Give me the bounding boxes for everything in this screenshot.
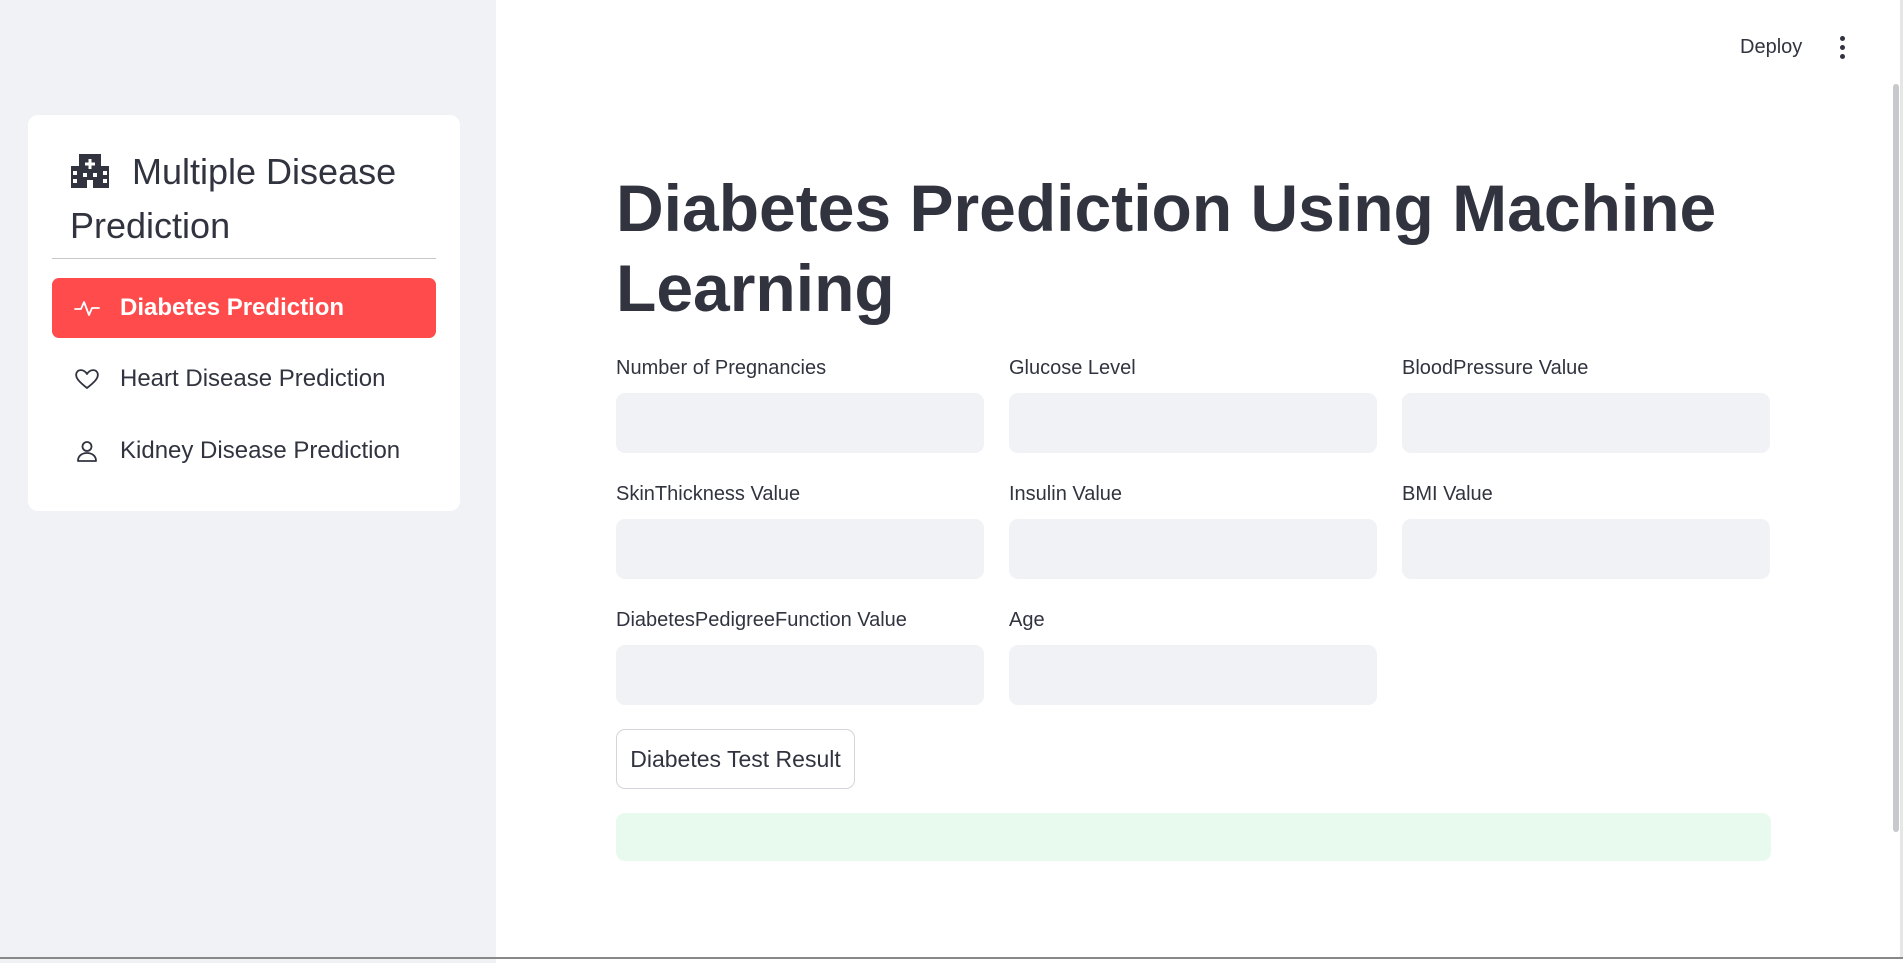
bmi-label: BMI Value xyxy=(1402,483,1493,505)
scrollbar[interactable] xyxy=(1893,84,1899,832)
menu-item-diabetes-prediction[interactable]: Diabetes Prediction xyxy=(52,278,436,338)
pedigree-function-label: DiabetesPedigreeFunction Value xyxy=(616,609,907,631)
pregnancies-input[interactable] xyxy=(616,393,984,453)
page-title: Diabetes Prediction Using Machine Learni… xyxy=(616,171,1717,325)
option-menu: Multiple Disease Prediction Diabetes Pre… xyxy=(28,115,460,511)
menu-item-label: Heart Disease Prediction xyxy=(120,365,386,392)
menu-title-text: Multiple Disease Prediction xyxy=(70,151,397,246)
menu-title: Multiple Disease Prediction xyxy=(70,145,430,253)
skin-thickness-input[interactable] xyxy=(616,519,984,579)
menu-divider xyxy=(52,258,436,259)
menu-item-label: Diabetes Prediction xyxy=(120,294,345,321)
sidebar: Multiple Disease Prediction Diabetes Pre… xyxy=(0,0,496,963)
age-label: Age xyxy=(1009,609,1045,631)
menu-item-heart-disease-prediction[interactable]: Heart Disease Prediction xyxy=(52,349,436,409)
glucose-label: Glucose Level xyxy=(1009,357,1136,379)
window-bottom-border xyxy=(0,957,1903,959)
result-message-box xyxy=(616,813,1771,861)
glucose-input[interactable] xyxy=(1009,393,1377,453)
blood-pressure-label: BloodPressure Value xyxy=(1402,357,1589,379)
deploy-button[interactable]: Deploy xyxy=(1740,36,1802,59)
skin-thickness-label: SkinThickness Value xyxy=(616,483,801,505)
age-input[interactable] xyxy=(1009,645,1377,705)
pedigree-function-input[interactable] xyxy=(616,645,984,705)
blood-pressure-input[interactable] xyxy=(1402,393,1770,453)
menu-item-label: Kidney Disease Prediction xyxy=(120,437,401,464)
menu-item-kidney-disease-prediction[interactable]: Kidney Disease Prediction xyxy=(52,421,436,481)
diabetes-test-result-button[interactable]: Diabetes Test Result xyxy=(616,729,855,789)
heart-icon xyxy=(75,369,99,389)
kebab-menu-icon[interactable] xyxy=(1832,36,1852,62)
activity-icon xyxy=(74,301,100,316)
hospital-icon xyxy=(71,154,109,188)
person-icon xyxy=(77,441,97,462)
bmi-input[interactable] xyxy=(1402,519,1770,579)
pregnancies-label: Number of Pregnancies xyxy=(616,357,827,379)
insulin-input[interactable] xyxy=(1009,519,1377,579)
insulin-label: Insulin Value xyxy=(1009,483,1123,505)
